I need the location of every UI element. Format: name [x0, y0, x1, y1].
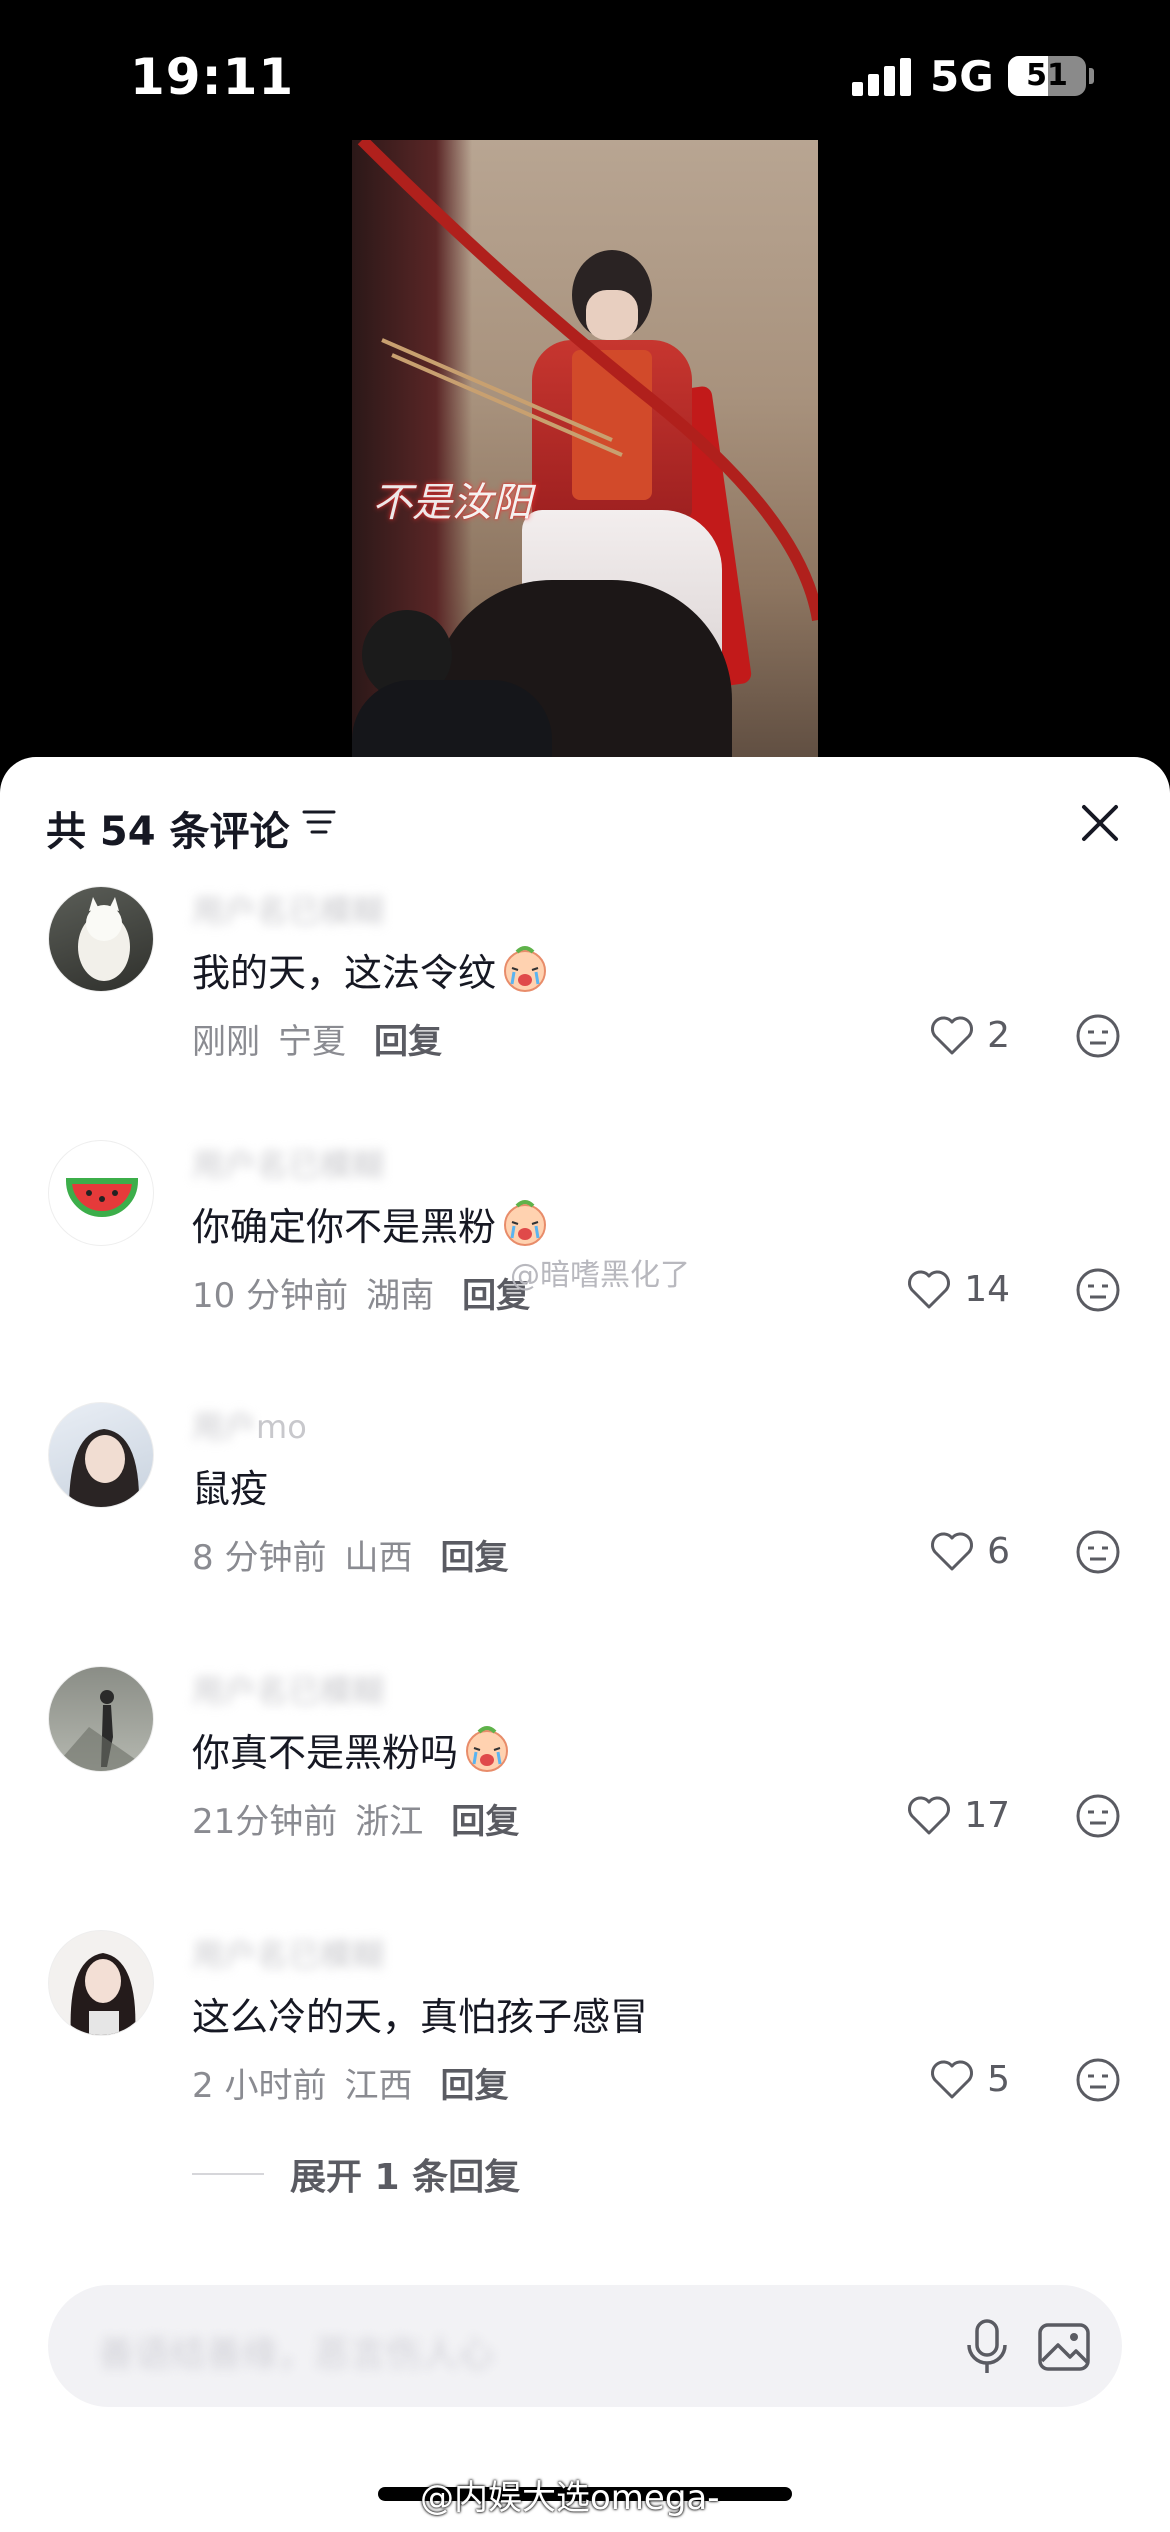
like-count: 5 [987, 2058, 1010, 2100]
like-count: 6 [987, 1530, 1010, 1572]
battery-icon: 51 [1008, 56, 1086, 96]
dislike-face-icon[interactable] [1074, 1528, 1122, 1576]
username[interactable]: 用户名已模糊 [192, 1930, 384, 1974]
expand-replies-label: 展开 1 条回复 [290, 2157, 521, 2198]
reply-button[interactable]: 回复 [374, 1022, 442, 1062]
comment-time: 刚刚 [192, 1022, 260, 1062]
reply-button[interactable]: 回复 [440, 1538, 508, 1578]
comment-meta: 2 小时前 江西 回复 [192, 2058, 508, 2107]
close-icon[interactable] [1076, 799, 1124, 847]
like-button[interactable]: 17 [906, 1790, 1010, 1840]
comments-count-title: 共 54 条评论 [46, 809, 290, 855]
dislike-face-icon[interactable] [1074, 2056, 1122, 2104]
comment-meta: 刚刚 宁夏 回复 [192, 1014, 442, 1063]
comment-text: 我的天，这法令纹 [192, 942, 550, 997]
avatar[interactable] [48, 1402, 154, 1508]
comment-meta: 8 分钟前 山西 回复 [192, 1530, 508, 1579]
comment-text: 鼠疫 [192, 1467, 269, 1511]
comment-time: 8 分钟前 [192, 1538, 327, 1578]
comment-input[interactable]: 善语结善缘，恶言伤人心 [48, 2285, 1122, 2407]
like-button[interactable]: 2 [929, 1010, 1010, 1060]
like-button[interactable]: 14 [906, 1264, 1010, 1314]
comment-text: 你真不是黑粉吗 [192, 1722, 512, 1777]
avatar[interactable] [48, 1666, 154, 1772]
dislike-face-icon[interactable] [1074, 1012, 1122, 1060]
comment-time: 10 分钟前 [192, 1276, 349, 1316]
comment-text: 你确定你不是黑粉 [192, 1196, 550, 1251]
image-icon[interactable] [1036, 2319, 1092, 2375]
crying-emoji-icon [466, 1726, 509, 1772]
reply-button[interactable]: 回复 [440, 2066, 508, 2106]
comment-text: 这么冷的天，真怕孩子感冒 [192, 1995, 649, 2039]
like-count: 17 [964, 1794, 1010, 1836]
bow-shape [357, 140, 818, 621]
comment-location: 浙江 [355, 1802, 424, 1842]
username[interactable]: 用户名已模糊 [192, 1666, 384, 1710]
microphone-icon[interactable] [960, 2317, 1014, 2377]
crying-emoji-icon [504, 1200, 547, 1246]
comment-item: 用户名已模糊 你真不是黑粉吗 21分钟前 浙江 回复 17 [0, 1666, 1170, 1896]
comment-item: 用户mo 鼠疫 8 分钟前 山西 回复 6 [0, 1402, 1170, 1632]
input-placeholder: 善语结善缘，恶言伤人心 [98, 2334, 495, 2375]
heart-icon [931, 2060, 974, 2099]
avatar[interactable] [48, 886, 154, 992]
username[interactable]: 用户mo [192, 1402, 307, 1446]
expand-replies-button[interactable]: 展开 1 条回复 [192, 2148, 520, 2200]
comment-location: 江西 [344, 2066, 413, 2106]
comment-location: 宁夏 [278, 1022, 346, 1062]
network-type: 5G [930, 52, 994, 101]
dislike-face-icon[interactable] [1074, 1792, 1122, 1840]
comment-location: 山西 [344, 1538, 413, 1578]
overlay-watermark: @暗嗜黑化了 [510, 1258, 690, 1293]
avatar[interactable] [48, 1930, 154, 2036]
comment-meta: 21分钟前 浙江 回复 [192, 1794, 519, 1843]
crying-emoji-icon [504, 946, 547, 992]
status-bar: 19:11 5G 51 [0, 0, 1170, 150]
comment-meta: 10 分钟前 湖南 回复 [192, 1268, 530, 1317]
comment-location: 湖南 [366, 1276, 435, 1316]
battery-percent: 51 [1026, 58, 1068, 93]
like-count: 2 [987, 1014, 1010, 1056]
comment-item: 用户名已模糊 我的天，这法令纹 刚刚 宁夏 回复 2 [0, 886, 1170, 1116]
dislike-face-icon[interactable] [1074, 1266, 1122, 1314]
signal-icon [852, 58, 912, 96]
reply-button[interactable]: 回复 [451, 1802, 519, 1842]
like-button[interactable]: 6 [929, 1526, 1010, 1576]
heart-icon [931, 1532, 974, 1571]
username[interactable]: 用户名已模糊 [192, 1140, 384, 1184]
sort-icon[interactable] [302, 807, 336, 837]
status-time: 19:11 [130, 48, 295, 106]
like-button[interactable]: 5 [929, 2054, 1010, 2104]
heart-icon [908, 1270, 951, 1309]
heart-icon [931, 1016, 974, 1055]
like-count: 14 [964, 1268, 1010, 1310]
bottom-watermark: @内娱大选omega- [420, 2478, 720, 2518]
comment-time: 2 小时前 [192, 2066, 327, 2106]
comment-item: 用户名已模糊 这么冷的天，真怕孩子感冒 2 小时前 江西 回复 5 [0, 1930, 1170, 2160]
comments-header: 共 54 条评论 [0, 757, 1170, 877]
heart-icon [908, 1796, 951, 1835]
video-watermark: 不是汝阳 [372, 480, 532, 526]
username[interactable]: 用户名已模糊 [192, 886, 384, 930]
video-player[interactable]: 不是汝阳 [352, 140, 818, 780]
comment-time: 21分钟前 [192, 1802, 338, 1842]
avatar[interactable] [48, 1140, 154, 1246]
